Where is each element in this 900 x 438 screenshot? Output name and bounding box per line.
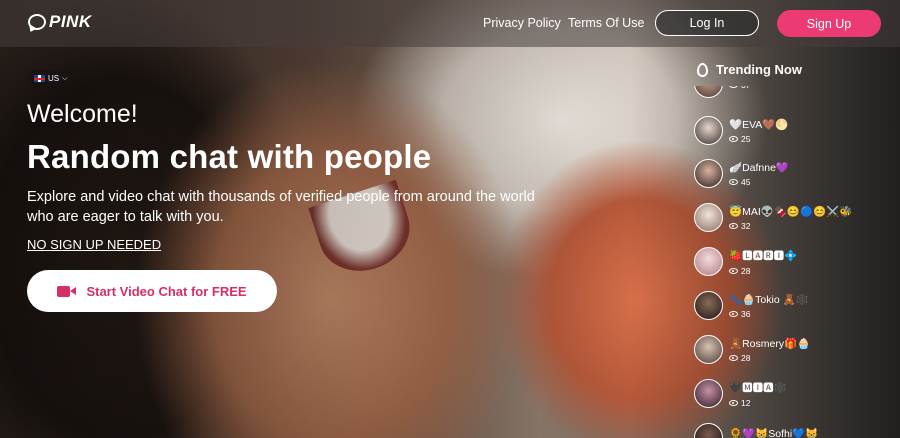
trending-username: 🧸Rosmery🎁🧁 (729, 337, 811, 350)
view-count: 32 (729, 221, 852, 231)
view-count: 28 (729, 353, 810, 363)
language-selector[interactable]: US ⌵ (27, 70, 75, 87)
trending-username: 🌻💜😸Sofhi💙😸 (729, 427, 819, 438)
no-signup-link[interactable]: NO SIGN UP NEEDED (27, 237, 161, 252)
trending-user[interactable]: 🪽Dafnne💜 45 (694, 159, 789, 188)
eye-icon (729, 399, 738, 406)
signup-button[interactable]: Sign Up (777, 10, 881, 37)
trending-header: Trending Now (697, 62, 802, 77)
eye-icon (729, 135, 738, 142)
eye-icon (729, 267, 738, 274)
chat-bubble-icon (28, 14, 46, 30)
avatar (694, 335, 723, 364)
avatar (694, 291, 723, 320)
trending-user[interactable]: 🐾🧁Tokio 🧸🕸️ 36 (694, 291, 809, 320)
avatar (694, 247, 723, 276)
trending-username: 😇MAI👽🍫😊🔵😊⚔️🐝 (729, 205, 853, 218)
trending-username: 🤍EVA🤎🌕 (729, 118, 789, 131)
view-count: 12 (729, 398, 787, 408)
start-video-chat-button[interactable]: Start Video Chat for FREE (27, 270, 277, 312)
avatar (694, 203, 723, 232)
video-camera-icon (57, 285, 77, 297)
welcome-heading: Welcome! (27, 100, 138, 128)
avatar (694, 379, 723, 408)
trending-username: 🪽Dafnne💜 (729, 161, 790, 174)
terms-of-use-link[interactable]: Terms Of Use (568, 16, 644, 30)
eye-icon (729, 354, 738, 361)
eye-icon (729, 86, 738, 88)
privacy-policy-link[interactable]: Privacy Policy (483, 16, 561, 30)
flame-icon (697, 62, 708, 77)
login-button[interactable]: Log In (655, 10, 759, 36)
hero-description: Explore and video chat with thousands of… (27, 189, 535, 225)
trending-username: 🖤🅼🅸🅰🕸️ (729, 381, 787, 394)
trending-username: 🍓🅻🅰🆁🅸💠 (729, 249, 798, 262)
trending-user[interactable]: 🌻💜😸Sofhi💙😸 (694, 423, 818, 438)
logo[interactable]: PINK (28, 12, 92, 32)
logo-text: PINK (49, 12, 92, 31)
eye-icon (729, 310, 738, 317)
uk-flag-icon (34, 75, 45, 82)
trending-username: 🐾🧁Tokio 🧸🕸️ (729, 293, 809, 306)
view-count: 28 (729, 266, 797, 276)
trending-user[interactable]: 🖤🅼🅸🅰🕸️ 12 (694, 379, 787, 408)
start-video-chat-label: Start Video Chat for FREE (86, 283, 247, 299)
trending-user[interactable]: 🍓🅻🅰🆁🅸💠 28 (694, 247, 797, 276)
view-count: 37 (729, 86, 750, 90)
view-count: 45 (729, 177, 789, 187)
trending-title: Trending Now (716, 62, 802, 77)
trending-user[interactable]: 🧸Rosmery🎁🧁 28 (694, 335, 810, 364)
avatar (694, 116, 723, 145)
trending-user[interactable]: 🤍EVA🤎🌕 25 (694, 116, 788, 145)
trending-user[interactable]: 😇MAI👽🍫😊🔵😊⚔️🐝 32 (694, 203, 852, 232)
view-count: 25 (729, 134, 788, 144)
language-code: US (48, 74, 60, 83)
page-title: Random chat with people (27, 138, 432, 175)
avatar (694, 423, 723, 438)
chevron-down-icon: ⌵ (62, 74, 68, 82)
view-count: 36 (729, 309, 809, 319)
top-navbar: PINK Privacy Policy Terms Of Use Log In … (0, 0, 900, 47)
trending-list: 37 🤍EVA🤎🌕 25 🪽Dafnne💜 45 😇MAI👽🍫😊🔵😊⚔️🐝 32… (694, 86, 900, 438)
avatar (694, 159, 723, 188)
eye-icon (729, 178, 738, 185)
eye-icon (729, 222, 738, 229)
avatar (694, 86, 723, 98)
trending-user[interactable]: 37 (694, 86, 750, 98)
